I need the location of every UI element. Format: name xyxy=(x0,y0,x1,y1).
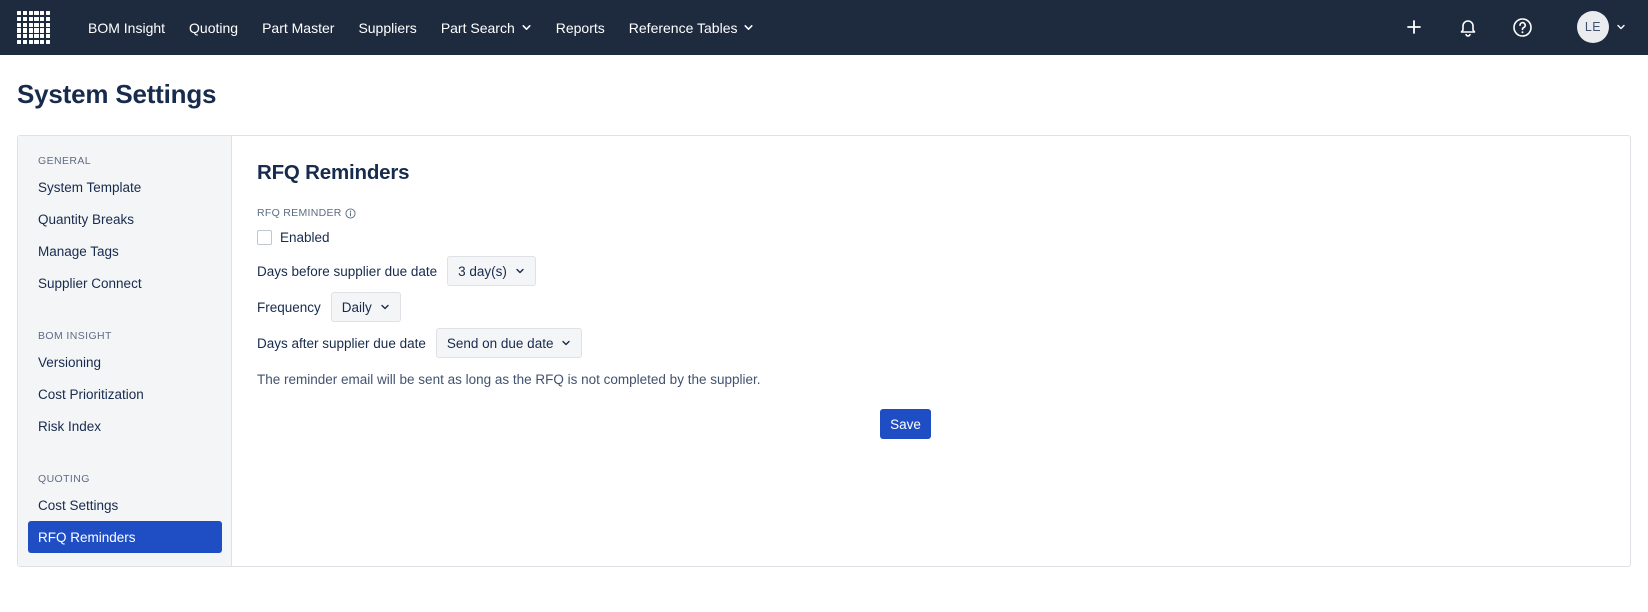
nav-part-master[interactable]: Part Master xyxy=(250,0,346,55)
app-logo-icon[interactable] xyxy=(17,11,50,44)
frequency-select[interactable]: Daily xyxy=(330,292,401,322)
field-label-text: RFQ REMINDER xyxy=(257,207,342,219)
sidebar-item-cost-prioritization[interactable]: Cost Prioritization xyxy=(28,378,222,410)
chevron-down-icon xyxy=(562,340,571,346)
sidebar-heading-quoting: QUOTING xyxy=(38,473,90,485)
days-after-row: Days after supplier due date Send on due… xyxy=(257,328,583,358)
sidebar-item-manage-tags[interactable]: Manage Tags xyxy=(28,235,222,267)
reminder-note: The reminder email will be sent as long … xyxy=(257,372,761,387)
sidebar-item-risk-index[interactable]: Risk Index xyxy=(28,410,222,442)
nav-quoting[interactable]: Quoting xyxy=(177,0,250,55)
sidebar-heading-bom-insight: BOM INSIGHT xyxy=(38,330,112,342)
nav-reports[interactable]: Reports xyxy=(544,0,617,55)
nav-part-search[interactable]: Part Search xyxy=(429,0,544,55)
days-after-value: Send on due date xyxy=(446,335,554,351)
sidebar-heading-general: GENERAL xyxy=(38,155,91,167)
chevron-down-icon xyxy=(522,25,531,30)
nav-bom-insight[interactable]: BOM Insight xyxy=(76,0,177,55)
frequency-value: Daily xyxy=(341,299,372,315)
top-navbar: BOM Insight Quoting Part Master Supplier… xyxy=(0,0,1648,55)
help-icon[interactable] xyxy=(1510,15,1534,39)
days-after-select[interactable]: Send on due date xyxy=(435,328,583,358)
nav-reference-tables[interactable]: Reference Tables xyxy=(617,0,767,55)
save-button[interactable]: Save xyxy=(880,409,931,439)
sidebar-item-quantity-breaks[interactable]: Quantity Breaks xyxy=(28,203,222,235)
chevron-down-icon xyxy=(516,268,524,274)
nav-label: Part Master xyxy=(262,19,335,36)
nav-label: Reference Tables xyxy=(628,19,738,36)
nav-label: Suppliers xyxy=(358,19,417,36)
sidebar-item-versioning[interactable]: Versioning xyxy=(28,346,222,378)
info-icon[interactable] xyxy=(345,207,356,219)
avatar[interactable]: LE xyxy=(1577,11,1609,43)
days-before-row: Days before supplier due date 3 day(s) xyxy=(257,256,536,286)
chevron-down-icon xyxy=(381,304,389,310)
frequency-row: Frequency Daily xyxy=(257,292,401,322)
main-nav: BOM Insight Quoting Part Master Supplier… xyxy=(76,0,766,55)
settings-content: RFQ Reminders RFQ REMINDER Enabled Days … xyxy=(232,136,1630,566)
sidebar-item-supplier-connect[interactable]: Supplier Connect xyxy=(28,267,222,299)
bell-icon[interactable] xyxy=(1456,15,1480,39)
chevron-down-icon xyxy=(744,25,754,30)
nav-label: Quoting xyxy=(189,19,239,36)
section-title: RFQ Reminders xyxy=(257,161,410,184)
settings-sidebar: GENERAL System Template Quantity Breaks … xyxy=(18,136,232,566)
days-before-select[interactable]: 3 day(s) xyxy=(447,256,536,286)
enabled-label: Enabled xyxy=(280,230,330,245)
user-menu[interactable]: LE xyxy=(1577,11,1626,43)
add-icon[interactable] xyxy=(1402,15,1426,39)
days-before-value: 3 day(s) xyxy=(458,263,507,279)
chevron-down-icon xyxy=(1617,24,1625,30)
nav-label: Reports xyxy=(555,19,605,36)
page-title: System Settings xyxy=(17,79,217,109)
settings-panel: GENERAL System Template Quantity Breaks … xyxy=(17,135,1631,567)
days-after-label: Days after supplier due date xyxy=(257,335,426,351)
rfq-reminder-label: RFQ REMINDER xyxy=(257,207,356,219)
days-before-label: Days before supplier due date xyxy=(257,263,438,279)
nav-label: Part Search xyxy=(440,19,515,36)
enabled-row: Enabled xyxy=(257,230,330,245)
sidebar-item-cost-settings[interactable]: Cost Settings xyxy=(28,489,222,521)
enabled-checkbox[interactable] xyxy=(257,230,272,245)
sidebar-item-rfq-reminders[interactable]: RFQ Reminders xyxy=(28,521,222,553)
nav-label: BOM Insight xyxy=(88,19,166,36)
frequency-label: Frequency xyxy=(257,299,321,315)
sidebar-item-system-template[interactable]: System Template xyxy=(28,171,222,203)
nav-suppliers[interactable]: Suppliers xyxy=(346,0,428,55)
